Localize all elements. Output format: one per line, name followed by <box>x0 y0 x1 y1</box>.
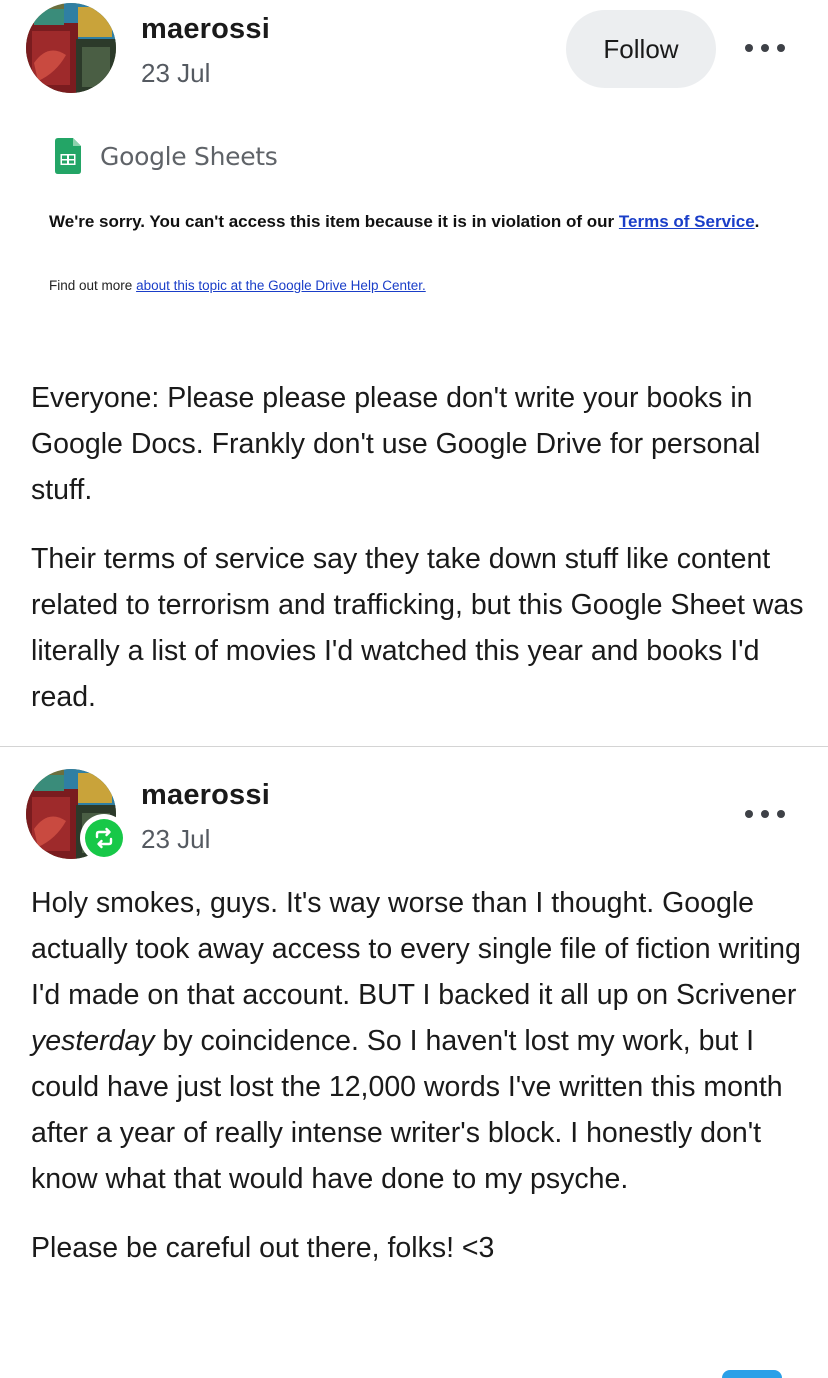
google-sheets-title: Google Sheets <box>100 142 278 171</box>
reblog-icon <box>80 814 128 862</box>
avatar[interactable] <box>26 3 116 93</box>
post-username[interactable]: maerossi <box>141 779 270 812</box>
violation-message: We're sorry. You can't access this item … <box>49 208 779 236</box>
post-paragraph: Holy smokes, guys. It's way worse than I… <box>31 880 811 1202</box>
post-username[interactable]: maerossi <box>141 13 270 46</box>
follow-button[interactable]: Follow <box>566 10 716 88</box>
post-original: maerossi 23 Jul Follow Google Sheets We'… <box>0 0 828 746</box>
post-body: Everyone: Please please please don't wri… <box>31 375 811 720</box>
post-reblog: maerossi 23 Jul Holy smokes, guys. It's … <box>0 747 828 1374</box>
more-horizontal-icon[interactable] <box>745 42 785 54</box>
post-body: Holy smokes, guys. It's way worse than I… <box>31 880 811 1271</box>
google-sheets-icon <box>55 138 81 179</box>
post-paragraph: Their terms of service say they take dow… <box>31 543 804 713</box>
violation-text: We're sorry. You can't access this item … <box>49 212 615 231</box>
text-segment: Holy smokes, guys. It's way worse than I… <box>31 887 801 1011</box>
violation-period: . <box>754 212 760 231</box>
help-center-note: Find out more about this topic at the Go… <box>49 278 426 293</box>
emphasized-text: yesterday <box>31 1025 155 1057</box>
post-date[interactable]: 23 Jul <box>141 58 210 89</box>
post-date[interactable]: 23 Jul <box>141 824 210 855</box>
floating-action-button-edge[interactable] <box>722 1370 782 1378</box>
help-center-link[interactable]: about this topic at the Google Drive Hel… <box>136 278 426 293</box>
post-paragraph: Please be careful out there, folks! <3 <box>31 1232 495 1264</box>
findout-prefix: Find out more <box>49 278 133 293</box>
more-horizontal-icon[interactable] <box>745 808 785 820</box>
terms-of-service-link[interactable]: Terms of Service <box>619 212 755 231</box>
post-paragraph: Everyone: Please please please don't wri… <box>31 382 761 506</box>
